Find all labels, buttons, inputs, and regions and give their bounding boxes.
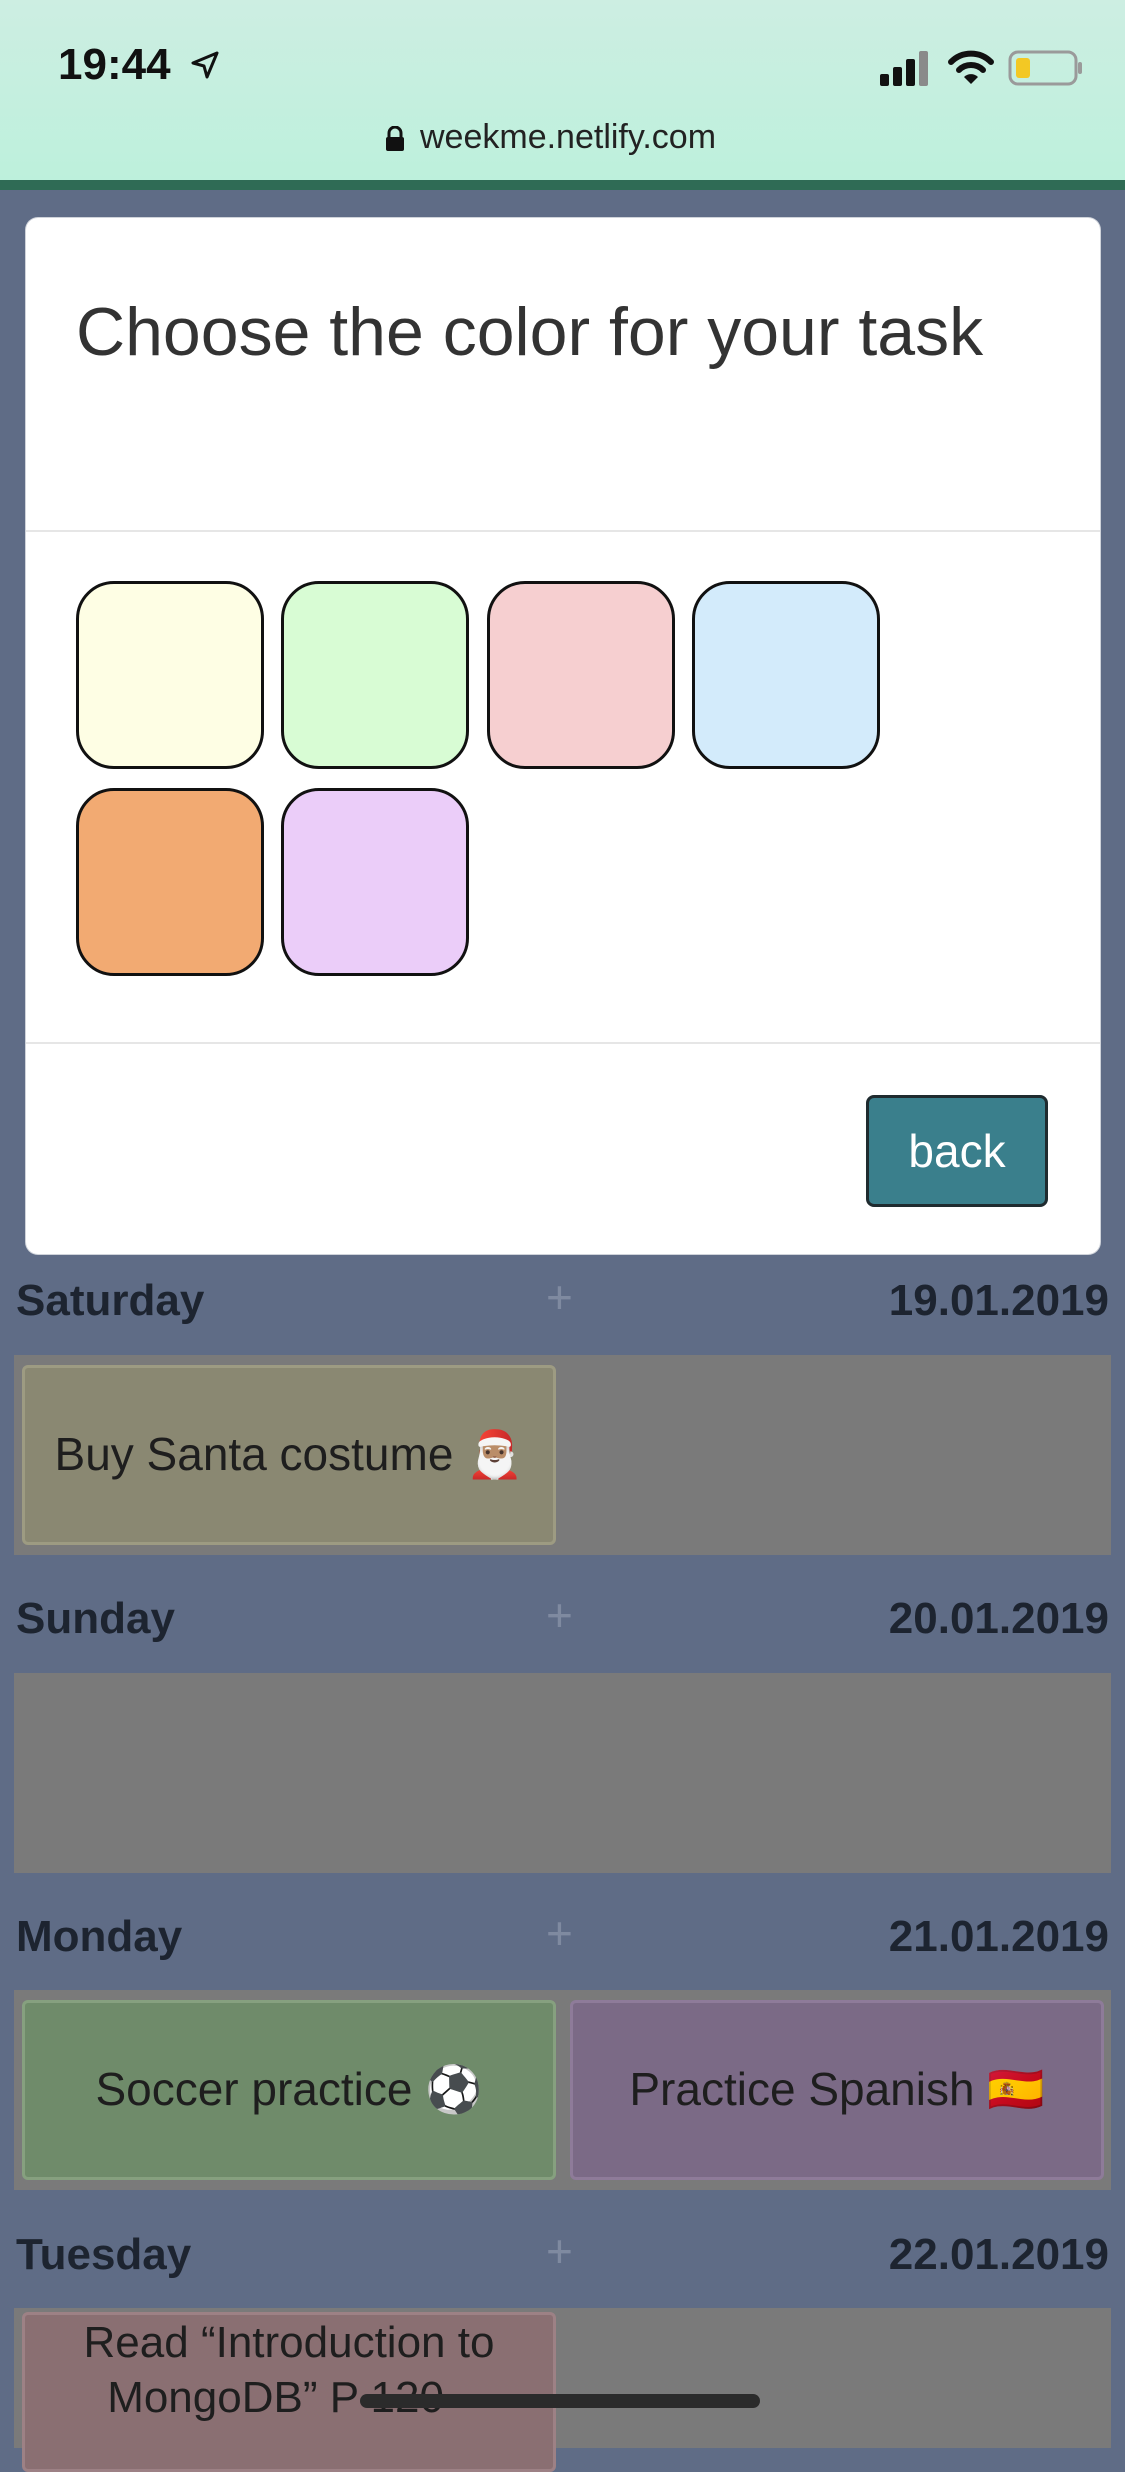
- color-swatch-pink[interactable]: [487, 581, 675, 769]
- home-indicator[interactable]: [360, 2394, 760, 2408]
- battery-low-icon: [1008, 50, 1082, 86]
- browser-top-bar: 19:44 weekme.netlify.com: [0, 0, 1125, 190]
- add-task-button[interactable]: +: [546, 2224, 573, 2278]
- color-swatch-yellow[interactable]: [76, 581, 264, 769]
- task-label: Buy Santa costume 🎅🏽: [54, 1428, 524, 1481]
- lock-icon: [386, 126, 404, 151]
- add-task-button[interactable]: +: [546, 1906, 573, 1960]
- task-card[interactable]: Read “Introduction to MongoDB” P 120 -: [22, 2312, 556, 2472]
- task-label: Practice Spanish 🇪🇸: [629, 2063, 1045, 2116]
- task-label: Read “Introduction to MongoDB” P 120 -: [83, 2318, 495, 2422]
- add-task-button[interactable]: +: [546, 1270, 573, 1324]
- add-task-button[interactable]: +: [546, 1588, 573, 1642]
- day-header-sunday: Sunday + 20.01.2019: [0, 1578, 1125, 1658]
- back-button[interactable]: back: [866, 1095, 1048, 1207]
- day-date: 22.01.2019: [888, 2230, 1109, 2279]
- day-name: Tuesday: [16, 2230, 192, 2279]
- task-card[interactable]: Soccer practice ⚽: [22, 2000, 556, 2180]
- cellular-signal-icon: [880, 51, 928, 86]
- day-date: 20.01.2019: [888, 1594, 1109, 1643]
- task-label: Soccer practice ⚽: [95, 2063, 483, 2116]
- color-swatch-orange[interactable]: [76, 788, 264, 976]
- day-header-tuesday: Tuesday + 22.01.2019: [0, 2214, 1125, 2294]
- modal-footer-divider: [26, 1042, 1100, 1044]
- day-header-saturday: Saturday + 19.01.2019: [0, 1260, 1125, 1340]
- day-tasks-sunday: [14, 1673, 1111, 1873]
- day-tasks-monday: Soccer practice ⚽ Practice Spanish 🇪🇸: [14, 1990, 1111, 2190]
- url-text[interactable]: weekme.netlify.com: [420, 118, 716, 157]
- color-swatch-blue[interactable]: [692, 581, 880, 769]
- day-name: Monday: [16, 1912, 183, 1961]
- modal-title: Choose the color for your task: [76, 294, 984, 370]
- task-card[interactable]: Practice Spanish 🇪🇸: [570, 2000, 1104, 2180]
- location-arrow-icon: [191, 51, 219, 79]
- color-swatch-purple[interactable]: [281, 788, 469, 976]
- modal-header-divider: [26, 530, 1100, 532]
- status-time: 19:44: [58, 40, 171, 89]
- day-name: Sunday: [16, 1594, 175, 1643]
- wifi-icon: [948, 50, 994, 84]
- color-picker-modal: Choose the color for your task back: [26, 218, 1100, 1254]
- day-header-monday: Monday + 21.01.2019: [0, 1896, 1125, 1976]
- task-card[interactable]: Buy Santa costume 🎅🏽: [22, 1365, 556, 1545]
- day-date: 21.01.2019: [888, 1912, 1109, 1961]
- day-tasks-tuesday: Read “Introduction to MongoDB” P 120 -: [14, 2308, 1111, 2472]
- day-tasks-saturday: Buy Santa costume 🎅🏽: [14, 1355, 1111, 1555]
- color-swatch-green[interactable]: [281, 581, 469, 769]
- day-name: Saturday: [16, 1276, 205, 1325]
- day-date: 19.01.2019: [888, 1276, 1109, 1325]
